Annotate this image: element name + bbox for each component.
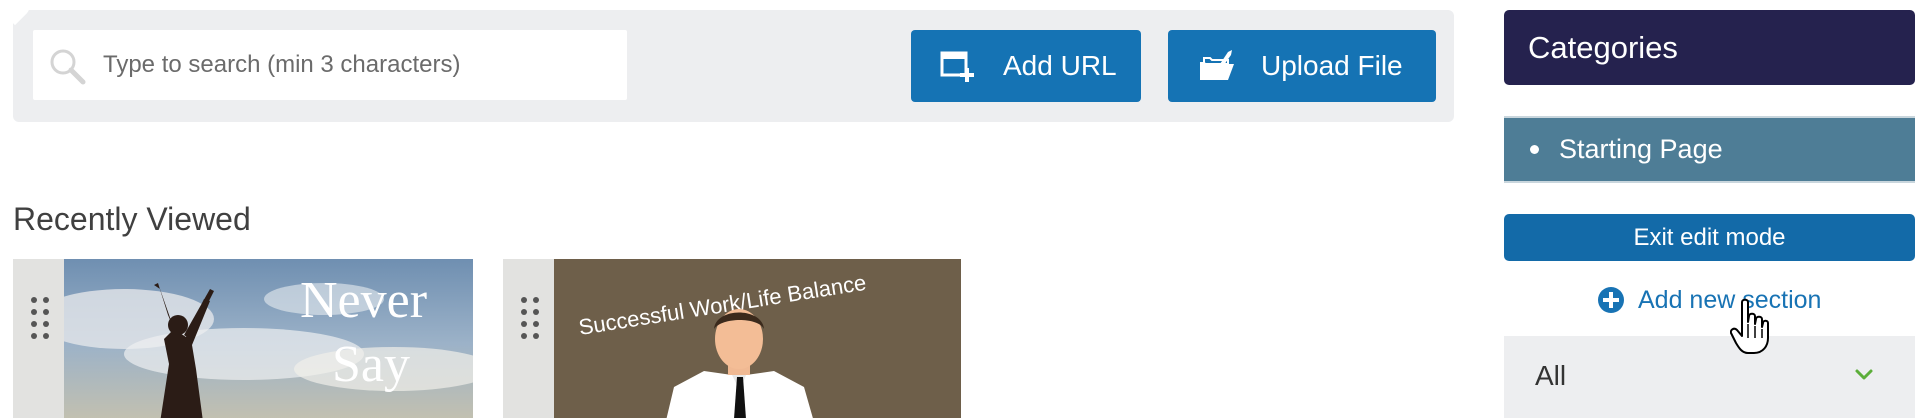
recent-card[interactable]: Never Say — [13, 259, 473, 418]
bullet-icon — [1530, 145, 1539, 154]
add-window-icon — [940, 51, 974, 82]
plus-circle-icon — [1598, 287, 1624, 313]
add-new-section-link[interactable]: Add new section — [1597, 282, 1821, 318]
favorite-heart-icon[interactable] — [0, 0, 30, 26]
categories-header: Categories — [1504, 10, 1915, 85]
search-icon — [50, 49, 86, 85]
upload-file-button[interactable]: Upload File — [1168, 30, 1436, 102]
chevron-down-icon — [1855, 369, 1873, 380]
filter-selected-value: All — [1535, 360, 1567, 391]
folder-upload-icon — [1200, 50, 1234, 80]
upload-file-label: Upload File — [1261, 50, 1403, 81]
search-toolbar: Add URL Upload File — [13, 10, 1454, 122]
card-thumbnail[interactable]: Never Say — [64, 259, 473, 418]
drag-handle-icon[interactable] — [29, 295, 51, 345]
card-thumbnail[interactable]: Successful Work/Life Balance — [554, 259, 961, 418]
recently-viewed-title: Recently Viewed — [13, 201, 251, 237]
search-box[interactable] — [33, 30, 627, 100]
thumb-text-line2: Say — [332, 336, 410, 393]
sidebar-item-label: Starting Page — [1559, 134, 1723, 164]
recent-card[interactable]: Successful Work/Life Balance — [503, 259, 961, 418]
hand-pointer-icon — [1730, 298, 1769, 354]
thumb-text-line1: Never — [300, 272, 427, 329]
drag-handle-icon[interactable] — [519, 295, 541, 345]
sidebar-item-starting-page[interactable]: Starting Page — [1504, 116, 1915, 183]
category-filter-select[interactable]: All — [1504, 336, 1915, 418]
exit-edit-mode-button[interactable]: Exit edit mode — [1504, 214, 1915, 261]
add-url-label: Add URL — [1003, 50, 1117, 81]
search-input[interactable] — [103, 30, 618, 100]
add-url-button[interactable]: Add URL — [911, 30, 1141, 102]
